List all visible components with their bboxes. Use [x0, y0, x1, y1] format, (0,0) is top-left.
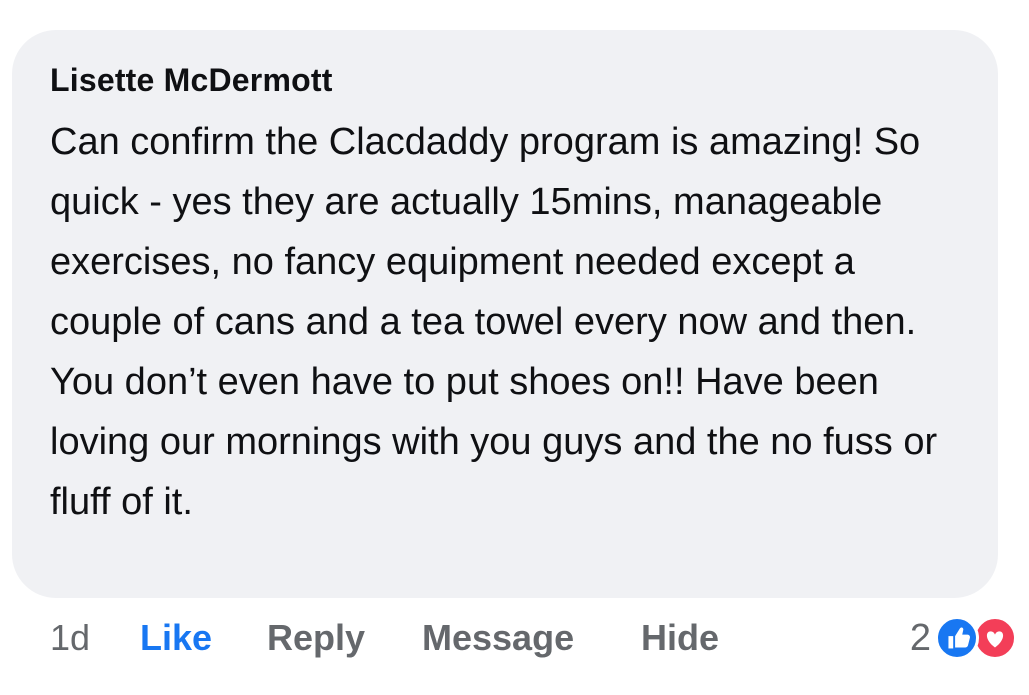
like-icon: [935, 616, 979, 660]
reaction-count: 2: [909, 617, 931, 659]
comment-bubble: Lisette McDermott Can confirm the Clacda…: [12, 30, 998, 598]
hide-button[interactable]: Hide: [641, 612, 719, 664]
like-button[interactable]: Like: [140, 612, 212, 664]
message-button[interactable]: Message: [422, 612, 574, 664]
reaction-icons: [935, 614, 1021, 662]
comment-timestamp[interactable]: 1d: [50, 612, 90, 664]
comment-container: Lisette McDermott Can confirm the Clacda…: [0, 0, 1029, 695]
comment-text: Can confirm the Clacdaddy program is ama…: [50, 121, 938, 523]
reactions-summary[interactable]: 2: [910, 612, 1021, 664]
comment-author[interactable]: Lisette McDermott: [50, 60, 960, 100]
reply-button[interactable]: Reply: [267, 612, 365, 664]
comment-actions: 1d Like Reply Message Hide 2: [0, 612, 1029, 668]
love-icon: [973, 616, 1017, 660]
